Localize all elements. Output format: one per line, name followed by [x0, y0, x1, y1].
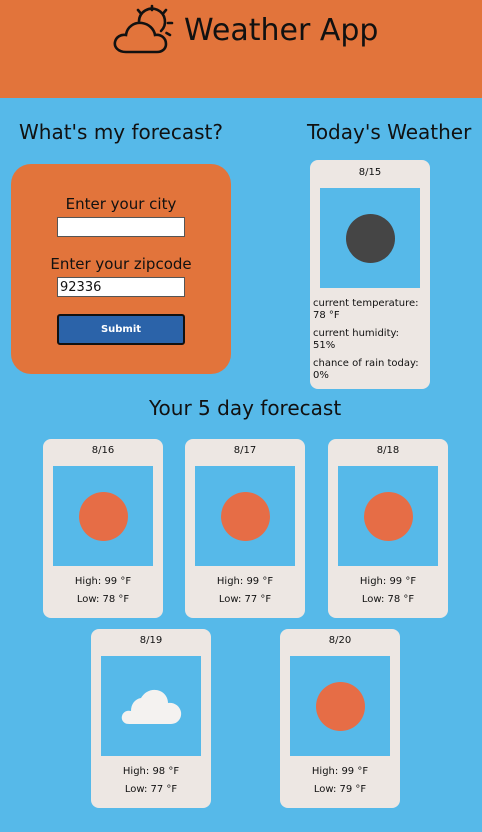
forecast-low: Low: 79 °F — [313, 784, 367, 795]
sun-icon — [316, 682, 365, 731]
sun-icon — [79, 492, 128, 541]
temperature-detail: current temperature: 78 °F — [313, 298, 427, 322]
humidity-label: current humidity: — [313, 328, 400, 339]
humidity-value: 51% — [313, 340, 336, 351]
forecast-icon-box — [195, 466, 295, 566]
forecast-high: High: 98 °F — [122, 766, 180, 777]
forecast-card-day-3: 8/18 High: 99 °F Low: 78 °F — [328, 439, 448, 618]
temperature-label: current temperature: — [313, 298, 419, 309]
zipcode-input[interactable] — [57, 277, 185, 297]
forecast-date: 8/20 — [328, 635, 352, 646]
forecast-card-day-4: 8/19 High: 98 °F Low: 77 °F — [91, 629, 211, 808]
submit-button[interactable]: Submit — [57, 314, 185, 345]
humidity-detail: current humidity: 51% — [313, 328, 427, 352]
forecast-card-day-5: 8/20 High: 99 °F Low: 79 °F — [280, 629, 400, 808]
forecast-icon-box — [101, 656, 201, 756]
moon-icon — [346, 214, 395, 263]
forecast-date: 8/16 — [91, 445, 115, 456]
temperature-value: 78 °F — [313, 310, 340, 321]
forecast-form-title: What's my forecast? — [19, 120, 223, 144]
today-icon-box — [320, 188, 420, 288]
rain-label: chance of rain today: — [313, 358, 419, 369]
sun-icon — [364, 492, 413, 541]
five-day-forecast-title: Your 5 day forecast — [149, 396, 342, 420]
rain-detail: chance of rain today: 0% — [313, 358, 427, 382]
forecast-low: Low: 78 °F — [361, 594, 415, 605]
todays-weather-title: Today's Weather — [307, 120, 472, 144]
city-input[interactable] — [57, 217, 185, 237]
city-label: Enter your city — [65, 195, 177, 213]
forecast-date: 8/17 — [233, 445, 257, 456]
forecast-date: 8/18 — [376, 445, 400, 456]
app-title: Weather App — [184, 13, 379, 48]
cloud-icon — [121, 689, 182, 724]
today-date: 8/15 — [358, 167, 382, 178]
forecast-card-day-1: 8/16 High: 99 °F Low: 78 °F — [43, 439, 163, 618]
todays-weather-card: 8/15 current temperature: 78 °F current … — [310, 160, 430, 389]
forecast-high: High: 99 °F — [359, 576, 417, 587]
search-form: Enter your city Enter your zipcode Submi… — [11, 164, 231, 374]
zipcode-label: Enter your zipcode — [50, 255, 192, 273]
forecast-card-day-2: 8/17 High: 99 °F Low: 77 °F — [185, 439, 305, 618]
forecast-icon-box — [338, 466, 438, 566]
forecast-icon-box — [290, 656, 390, 756]
sun-behind-cloud-icon — [113, 4, 174, 54]
forecast-high: High: 99 °F — [74, 576, 132, 587]
forecast-low: Low: 77 °F — [124, 784, 178, 795]
forecast-icon-box — [53, 466, 153, 566]
forecast-high: High: 99 °F — [311, 766, 369, 777]
forecast-low: Low: 77 °F — [218, 594, 272, 605]
rain-value: 0% — [313, 370, 329, 381]
forecast-date: 8/19 — [139, 635, 163, 646]
forecast-high: High: 99 °F — [216, 576, 274, 587]
sun-icon — [221, 492, 270, 541]
app-header: Weather App — [0, 0, 482, 98]
forecast-low: Low: 78 °F — [76, 594, 130, 605]
